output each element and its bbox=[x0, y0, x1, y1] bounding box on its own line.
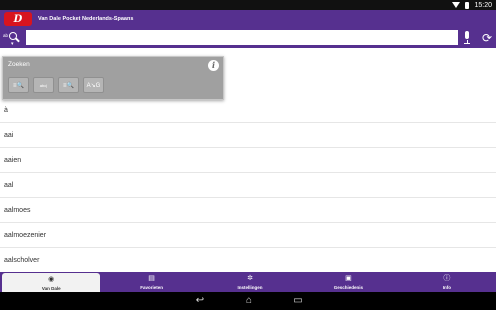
van-dale-logo-icon: D bbox=[4, 12, 32, 26]
list-item[interactable]: aalmoes bbox=[0, 198, 496, 223]
search-mode-button[interactable]: ab ▾ bbox=[3, 30, 21, 47]
app-title: Van Dale Pocket Nederlands-Spaans bbox=[38, 16, 134, 22]
back-icon[interactable]: ↩ bbox=[193, 296, 207, 306]
search-popup: Zoeken i ≡🔍 abc| ≡🔍 A↘G bbox=[2, 56, 224, 100]
tab-van-dale[interactable]: ◉ Van Dale bbox=[2, 273, 101, 293]
search-mode-phonetic-icon[interactable]: A↘G bbox=[83, 77, 104, 93]
tab-geschiedenis[interactable]: ▣ Geschiedenis bbox=[299, 272, 397, 292]
swap-language-icon[interactable]: ⟳ bbox=[480, 31, 494, 45]
settings-icon: ✲ bbox=[247, 275, 253, 282]
home-icon[interactable]: ⌂ bbox=[242, 296, 256, 306]
search-mode-fulltext-icon[interactable]: abc| bbox=[33, 77, 54, 93]
bottom-nav: ◉ Van Dale ▤ Favorieten ✲ Instellingen ▣… bbox=[0, 272, 496, 293]
tab-info[interactable]: ⓘ Info bbox=[398, 272, 496, 292]
tab-favorieten[interactable]: ▤ Favorieten bbox=[102, 272, 200, 292]
recents-icon[interactable]: ▭ bbox=[291, 296, 305, 306]
info-icon[interactable]: i bbox=[208, 60, 219, 71]
favorites-icon: ▤ bbox=[148, 275, 155, 282]
list-item[interactable]: aalscholver bbox=[0, 248, 496, 273]
list-item[interactable]: à bbox=[0, 98, 496, 123]
van-dale-icon: ◉ bbox=[48, 276, 55, 283]
wifi-icon bbox=[452, 2, 461, 8]
app-bar: D Van Dale Pocket Nederlands-Spaans bbox=[0, 10, 496, 28]
search-mode-label: ab bbox=[3, 33, 9, 38]
status-bar: 15:20 bbox=[0, 0, 496, 10]
battery-icon bbox=[465, 1, 470, 9]
microphone-icon[interactable] bbox=[462, 31, 472, 45]
status-time: 15:20 bbox=[474, 1, 492, 9]
tab-instellingen[interactable]: ✲ Instellingen bbox=[201, 272, 299, 292]
search-mode-advanced-icon[interactable]: ≡🔍 bbox=[58, 77, 79, 93]
info-circle-icon: ⓘ bbox=[443, 275, 451, 282]
list-item[interactable]: aal bbox=[0, 173, 496, 198]
list-item[interactable]: aalmoezenier bbox=[0, 223, 496, 248]
search-input[interactable] bbox=[26, 30, 458, 45]
system-nav-bar: ↩ ⌂ ▭ bbox=[0, 292, 496, 310]
list-item[interactable]: aaien bbox=[0, 148, 496, 173]
search-mode-zoom-icon[interactable]: ≡🔍 bbox=[8, 77, 29, 93]
chevron-down-icon: ▾ bbox=[11, 41, 14, 47]
search-row: ab ▾ ⟳ bbox=[0, 28, 496, 48]
search-mode-toolbar: ≡🔍 abc| ≡🔍 A↘G bbox=[8, 77, 104, 95]
list-item[interactable]: aai bbox=[0, 123, 496, 148]
history-icon: ▣ bbox=[345, 275, 352, 282]
popup-title: Zoeken bbox=[8, 61, 30, 68]
